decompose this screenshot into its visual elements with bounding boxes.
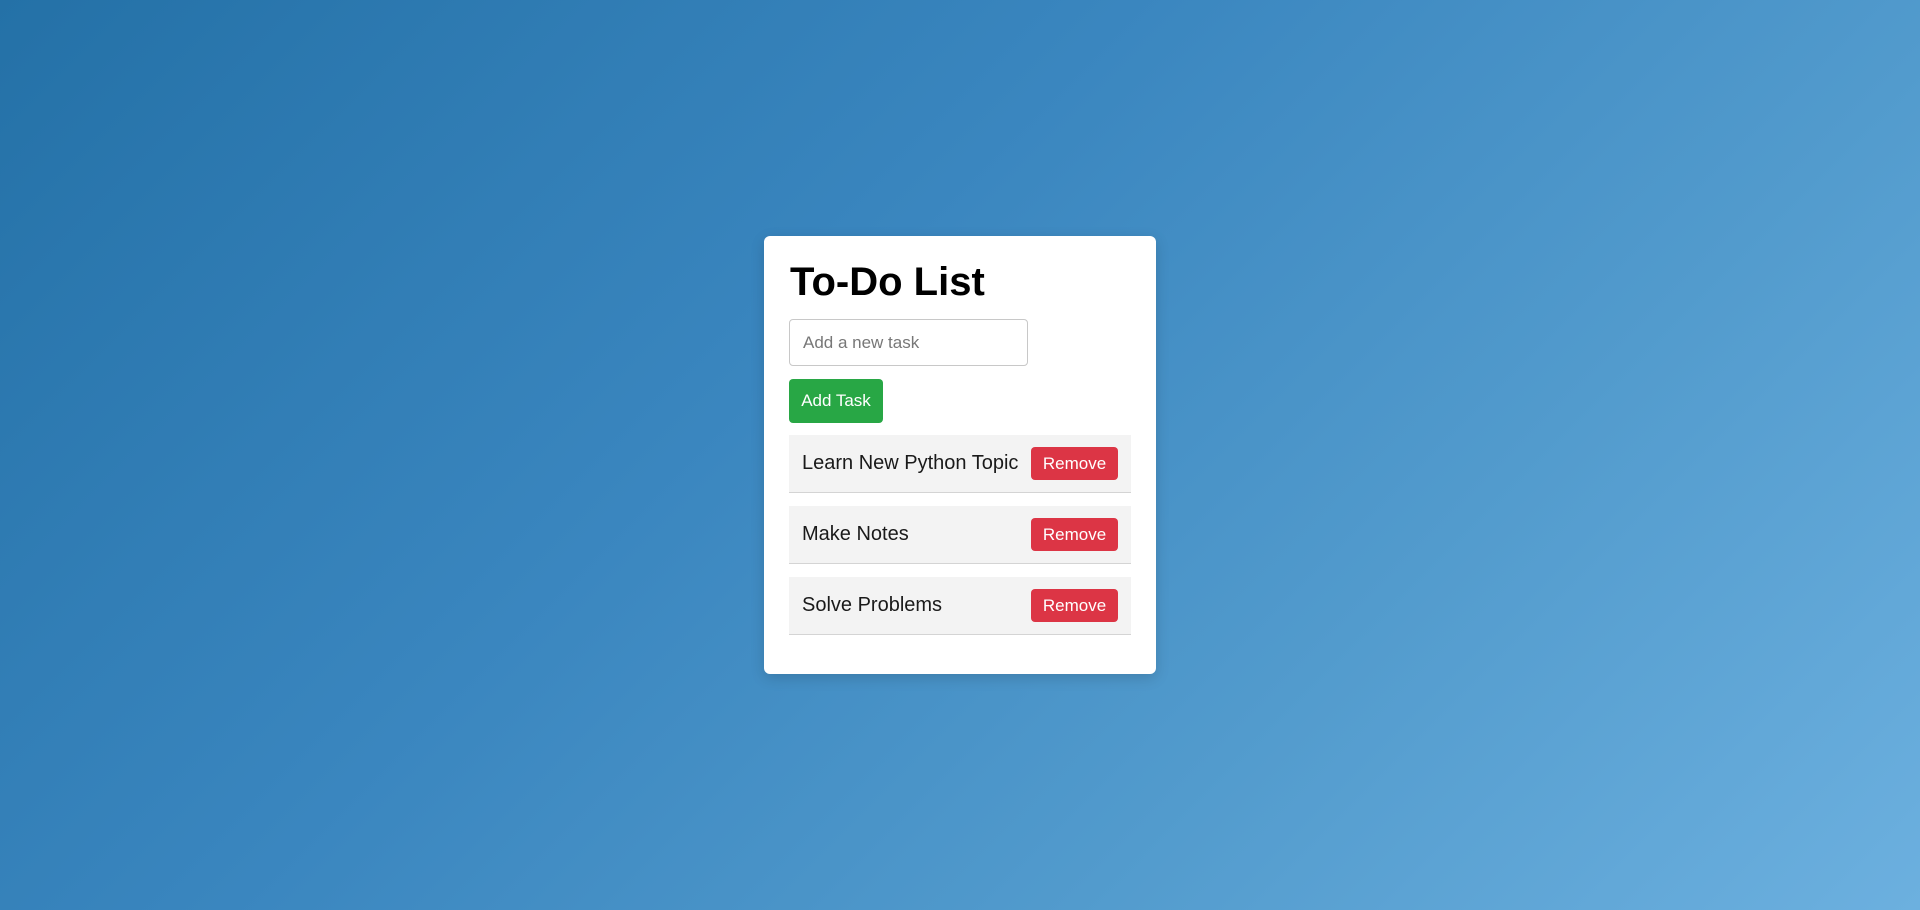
page-title: To-Do List <box>790 260 985 304</box>
task-text: Learn New Python Topic <box>802 452 1019 474</box>
task-list: Learn New Python Topic Remove Make Notes… <box>789 435 1131 648</box>
task-text: Solve Problems <box>802 594 943 616</box>
add-task-button[interactable]: Add Task <box>789 379 883 423</box>
remove-task-button[interactable]: Remove <box>1031 447 1118 480</box>
todo-card: To-Do List Add Task Learn New Python Top… <box>764 236 1156 674</box>
task-item: Learn New Python Topic Remove <box>789 435 1131 493</box>
remove-task-button[interactable]: Remove <box>1031 589 1118 622</box>
task-item: Solve Problems Remove <box>789 577 1131 635</box>
page-background: { "app": { "title": "To-Do List" }, "inp… <box>0 0 1920 910</box>
remove-task-button[interactable]: Remove <box>1031 518 1118 551</box>
new-task-input[interactable] <box>789 319 1028 366</box>
task-item: Make Notes Remove <box>789 506 1131 564</box>
task-text: Make Notes <box>802 523 909 545</box>
